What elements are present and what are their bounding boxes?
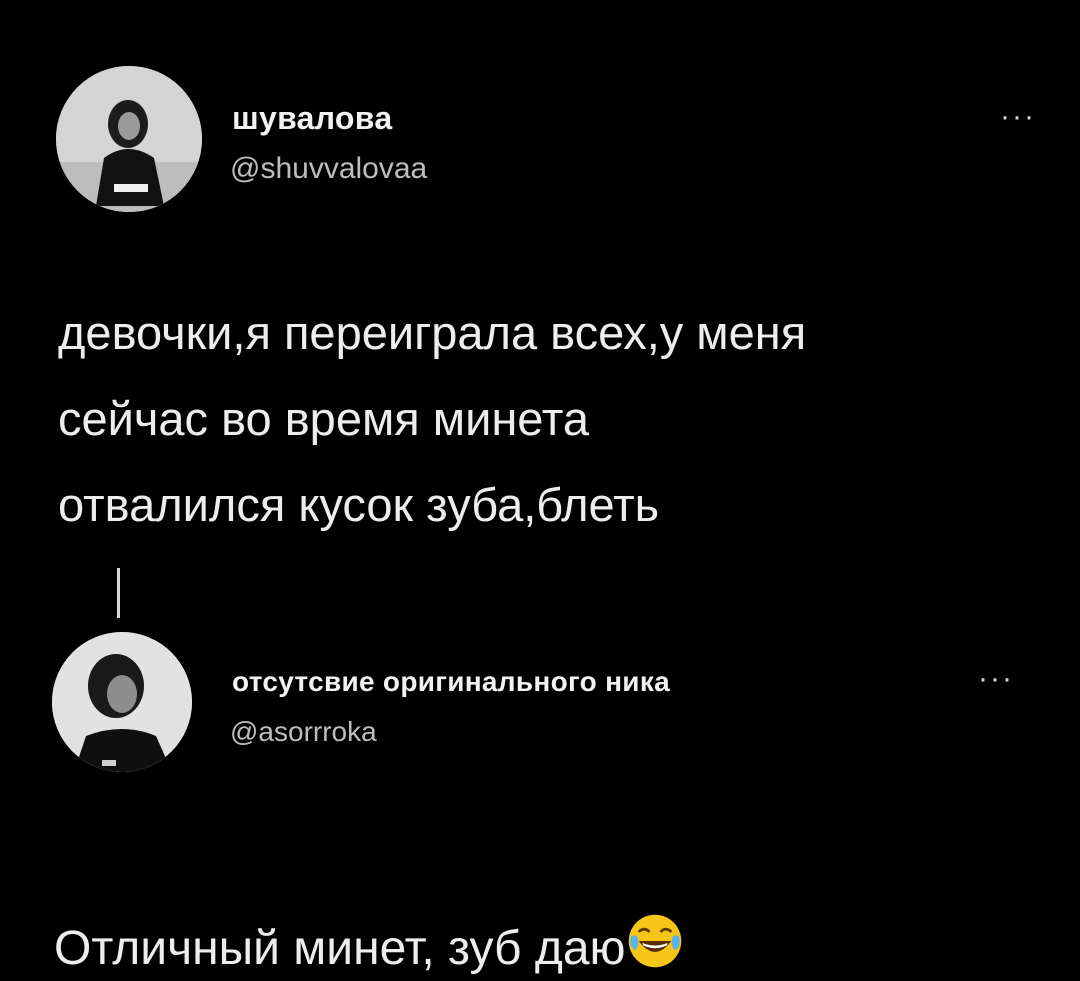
avatar-image [52,632,192,772]
display-name[interactable]: шувалова [232,100,392,137]
tweet-header: шувалова @shuvvalovaa ··· [0,60,1080,212]
more-horizontal-icon[interactable]: ··· [978,664,1014,694]
reply-text-content: Отличный минет, зуб даю [54,922,626,975]
display-name[interactable]: отсутсвие оригинального ника [232,666,670,698]
reply-header: отсутсвие оригинального ника @asorrroka … [0,630,1080,772]
tweet-text: девочки,я переиграла всех,у меня сейчас … [58,306,807,531]
user-handle[interactable]: @asorrroka [230,716,377,748]
tears-of-joy-emoji-icon [628,914,681,968]
thread-connector [117,568,120,618]
more-horizontal-icon[interactable]: ··· [1000,102,1036,132]
avatar-image [56,66,202,212]
avatar[interactable] [52,632,192,772]
user-handle[interactable]: @shuvvalovaa [230,152,427,186]
avatar[interactable] [56,66,202,212]
reply-text: Отличный минет, зуб даю [54,848,684,981]
